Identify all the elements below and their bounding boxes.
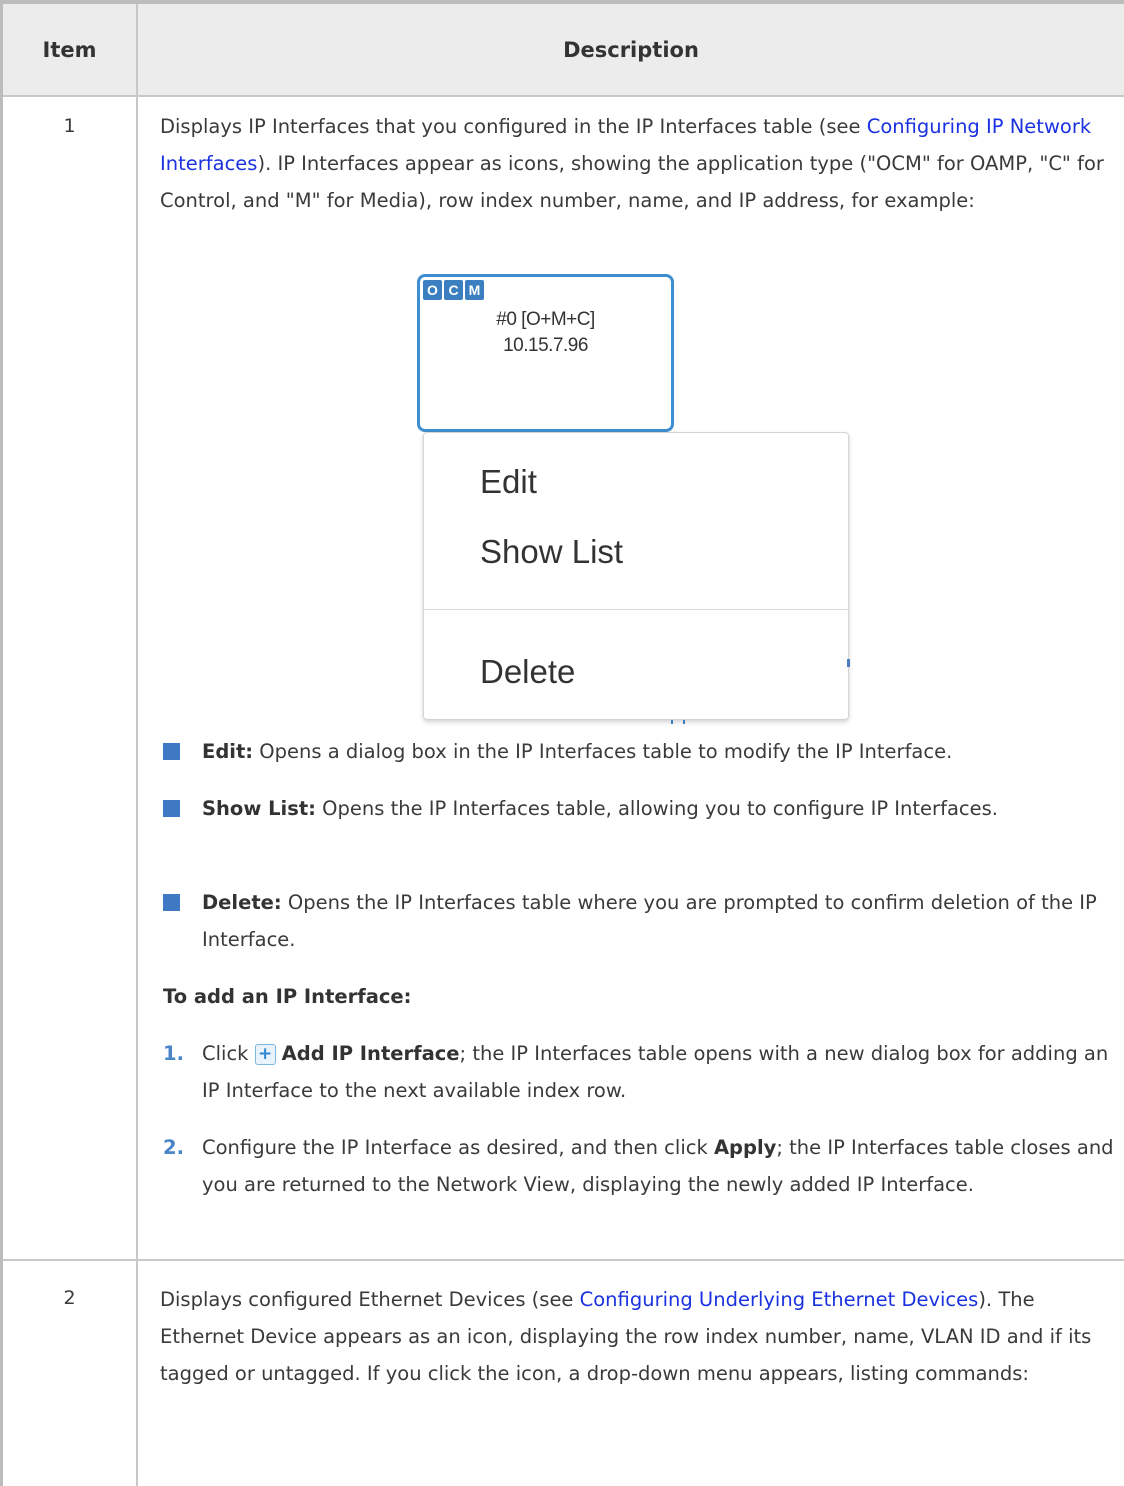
bullet-edit-text: Opens a dialog box in the IP Interfaces … <box>253 740 953 763</box>
row-1-intro: Displays IP Interfaces that you configur… <box>160 108 1110 219</box>
row-1-number: 1 <box>63 115 76 137</box>
column-divider <box>136 4 138 1486</box>
bullet-edit-label: Edit: <box>202 740 254 763</box>
header-item: Item <box>42 38 97 62</box>
procedure-title-text: To add an IP Interface: <box>163 985 412 1008</box>
table-header: Item Description <box>3 4 1124 97</box>
menu-separator <box>424 609 848 610</box>
menu-item-delete[interactable]: Delete <box>480 653 575 691</box>
menu-edge-mark <box>847 659 850 667</box>
procedure-title: To add an IP Interface: <box>163 978 1113 1015</box>
step-1-bold: Add IP Interface <box>281 1042 460 1065</box>
description-table: Item Description 1 Displays IP Interface… <box>0 0 1124 1486</box>
header-description: Description <box>563 38 699 62</box>
row-1-intro-tail: ). IP Interfaces appear as icons, showin… <box>160 152 1104 212</box>
ip-interface-name: #0 [O+M+C] <box>496 309 595 330</box>
bullet-marker <box>163 800 180 817</box>
row-2-intro: Displays configured Ethernet Devices (se… <box>160 1281 1110 1392</box>
step-2: Configure the IP Interface as desired, a… <box>202 1129 1117 1203</box>
badge-oamp: O <box>423 280 442 300</box>
step-1-pre: Click <box>202 1042 255 1065</box>
row-1-intro-text: Displays IP Interfaces that you configur… <box>160 115 867 138</box>
bullet-show-list: Show List: Opens the IP Interfaces table… <box>202 790 1117 827</box>
bullet-marker <box>163 743 180 760</box>
row-divider <box>3 1259 1124 1261</box>
step-2-pre: Configure the IP Interface as desired, a… <box>202 1136 714 1159</box>
bullet-show-list-label: Show List: <box>202 797 316 820</box>
step-2-number: 2. <box>163 1136 184 1159</box>
bullet-delete-text: Opens the IP Interfaces table where you … <box>202 891 1097 951</box>
menu-item-show-list[interactable]: Show List <box>480 533 623 571</box>
row-2-number: 2 <box>63 1287 76 1309</box>
link-configuring-underlying-ethernet-devices[interactable]: Configuring Underlying Ethernet Devices <box>580 1288 979 1311</box>
add-icon: + <box>254 1044 276 1065</box>
context-menu: Edit Show List Delete <box>423 432 849 720</box>
step-1-number: 1. <box>163 1042 184 1065</box>
row-2-intro-text: Displays configured Ethernet Devices (se… <box>160 1288 580 1311</box>
ip-interface-icon: O C M #0 [O+M+C] 10.15.7.96 <box>417 274 674 432</box>
app-type-badges: O C M <box>423 280 484 300</box>
bullet-delete: Delete: Opens the IP Interfaces table wh… <box>202 884 1117 958</box>
step-1: Click + Add IP Interface; the IP Interfac… <box>202 1035 1117 1109</box>
ip-interface-address: 10.15.7.96 <box>503 335 588 356</box>
menu-bottom-marks <box>669 720 689 724</box>
badge-control: C <box>444 280 463 300</box>
bullet-edit: Edit: Opens a dialog box in the IP Inter… <box>202 733 1117 770</box>
badge-media: M <box>465 280 484 300</box>
bullet-marker <box>163 894 180 911</box>
bullet-show-list-text: Opens the IP Interfaces table, allowing … <box>315 797 998 820</box>
step-2-bold: Apply <box>713 1136 777 1159</box>
menu-item-edit[interactable]: Edit <box>480 463 537 501</box>
bullet-delete-label: Delete: <box>202 891 282 914</box>
